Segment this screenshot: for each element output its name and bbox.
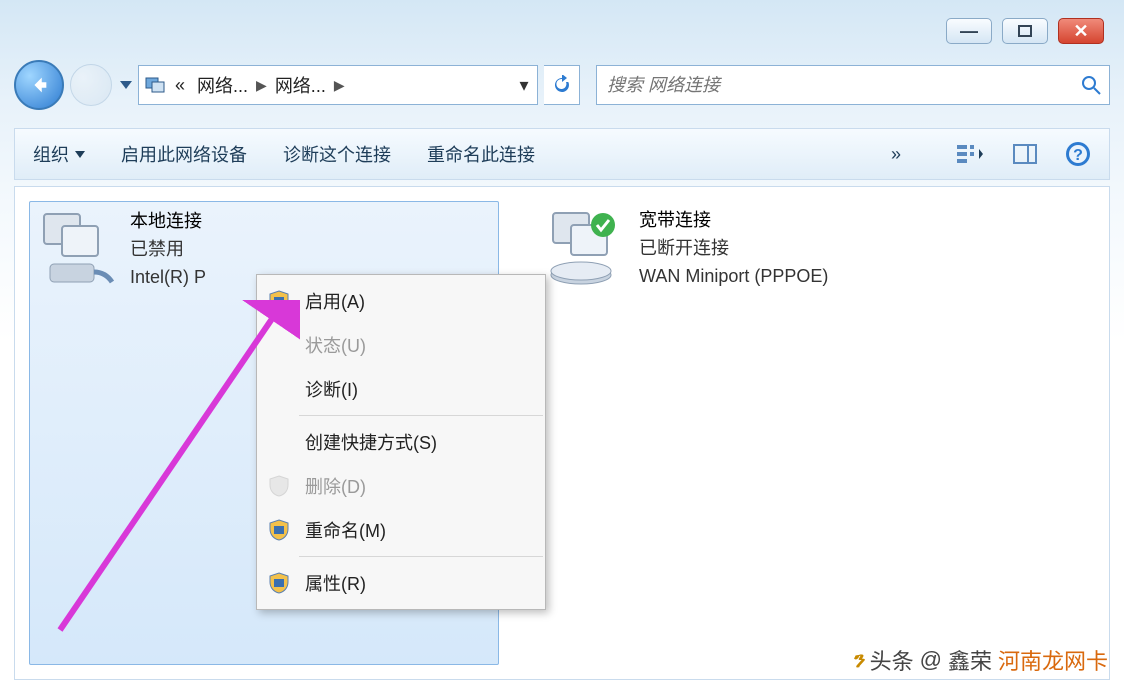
chevron-right-icon[interactable]: ▶ [256,77,267,94]
nav-forward-button [70,64,112,106]
breadcrumb-dropdown[interactable]: ▾ [515,75,533,96]
view-options-button[interactable] [957,143,985,165]
search-icon[interactable] [1081,75,1101,95]
ethernet-adapter-icon [36,208,116,288]
organize-label: 组织 [33,141,69,167]
enable-device-button[interactable]: 启用此网络设备 [121,141,247,167]
watermark-logo-icon: ን [852,647,864,673]
minimize-icon: — [960,21,978,42]
window-close-button[interactable]: ✕ [1058,18,1104,44]
connection-device: WAN Miniport (PPPOE) [639,263,828,291]
window-maximize-button[interactable] [1002,18,1048,44]
watermark: ን 头条 @ 鑫荣河南龙网卡 [852,644,1108,676]
search-box[interactable] [596,65,1110,105]
ctx-create-shortcut[interactable]: 创建快捷方式(S) [259,420,543,464]
context-menu: 启用(A) 状态(U) 诊断(I) 创建快捷方式(S) 删除(D) 重命名(M)… [256,274,546,610]
svg-text:?: ? [1073,147,1083,164]
ctx-enable[interactable]: 启用(A) [259,279,543,323]
network-location-icon [143,73,167,97]
arrow-left-icon [28,74,50,96]
breadcrumb[interactable]: « 网络... ▶ 网络... ▶ ▾ [138,65,538,105]
address-bar: « 网络... ▶ 网络... ▶ ▾ [14,60,1110,110]
search-input[interactable] [605,74,1081,97]
chevron-down-icon [75,151,85,158]
menu-separator [299,415,543,416]
maximize-icon [1018,25,1032,37]
ctx-properties[interactable]: 属性(R) [259,561,543,605]
shield-icon [265,472,293,500]
preview-pane-button[interactable] [1013,144,1037,164]
ctx-diagnose[interactable]: 诊断(I) [259,367,543,411]
breadcrumb-seg-2[interactable]: 网络... [271,72,330,98]
organize-menu[interactable]: 组织 [33,141,85,167]
connection-device: Intel(R) P [130,264,206,292]
modem-adapter-icon [545,207,625,287]
rename-button[interactable]: 重命名此连接 [427,141,535,167]
connection-title: 本地连接 [130,208,206,236]
ctx-delete: 删除(D) [259,464,543,508]
connection-title: 宽带连接 [639,207,828,235]
nav-back-button[interactable] [14,60,64,110]
breadcrumb-prefix: « [171,75,189,96]
ctx-status: 状态(U) [259,323,543,367]
shield-icon [265,287,293,315]
chevron-right-icon[interactable]: ▶ [334,77,345,94]
menu-separator [299,556,543,557]
connection-status: 已断开连接 [639,235,828,263]
breadcrumb-seg-1[interactable]: 网络... [193,72,252,98]
window-minimize-button[interactable]: — [946,18,992,44]
shield-icon [265,569,293,597]
connection-status: 已禁用 [130,236,206,264]
ctx-rename[interactable]: 重命名(M) [259,508,543,552]
help-button[interactable]: ? [1065,141,1091,167]
command-toolbar: 组织 启用此网络设备 诊断这个连接 重命名此连接 » ? [14,128,1110,180]
connection-item-broadband[interactable]: 宽带连接 已断开连接 WAN Miniport (PPPOE) [539,201,1009,665]
close-icon: ✕ [1073,21,1088,42]
shield-icon [265,516,293,544]
refresh-icon [552,75,572,95]
nav-history-dropdown[interactable] [120,81,132,89]
diagnose-button[interactable]: 诊断这个连接 [283,141,391,167]
connections-list: 本地连接 已禁用 Intel(R) P 宽带连接 已断开连接 WAN Minip… [14,186,1110,680]
refresh-button[interactable] [544,65,580,105]
toolbar-overflow[interactable]: » [891,144,901,165]
